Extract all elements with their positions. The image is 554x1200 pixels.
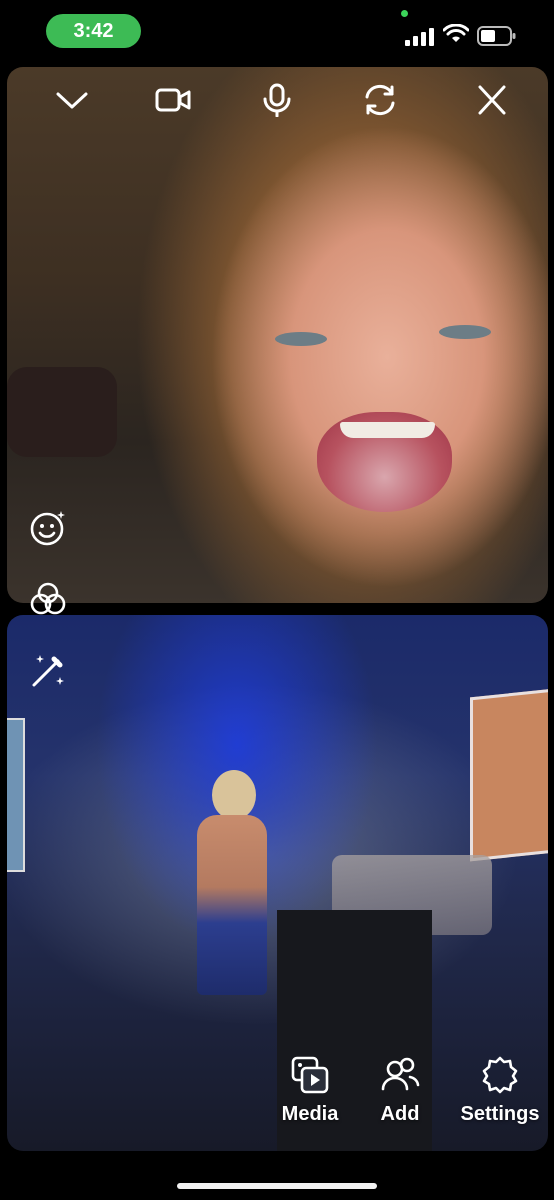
signal-icon	[405, 28, 434, 46]
battery-icon	[477, 26, 516, 46]
media-label: Media	[281, 1103, 339, 1125]
settings-gear-icon	[482, 1056, 518, 1094]
face-effects-icon[interactable]	[28, 508, 68, 548]
filters-icon[interactable]	[28, 580, 68, 620]
media-icon	[291, 1056, 329, 1094]
add-people-button[interactable]: Add	[375, 1055, 425, 1126]
close-icon[interactable]	[474, 83, 510, 117]
settings-label: Settings	[460, 1103, 540, 1125]
local-video-pane	[7, 67, 548, 603]
add-label: Add	[380, 1103, 420, 1125]
status-time: 3:42	[46, 14, 141, 48]
camera-in-use-indicator	[401, 10, 408, 17]
media-button[interactable]: Media	[278, 1055, 342, 1126]
call-controls-bar	[7, 67, 548, 131]
home-indicator[interactable]	[177, 1183, 377, 1189]
status-bar: 3:42	[0, 0, 554, 64]
video-camera-icon[interactable]	[155, 83, 191, 117]
settings-button[interactable]: Settings	[458, 1055, 542, 1126]
magic-wand-icon[interactable]	[28, 651, 68, 691]
camera-flip-icon[interactable]	[362, 83, 398, 117]
wifi-icon	[443, 24, 469, 42]
add-people-icon	[381, 1057, 420, 1091]
microphone-icon[interactable]	[259, 83, 295, 118]
chevron-down-icon[interactable]	[54, 83, 90, 117]
